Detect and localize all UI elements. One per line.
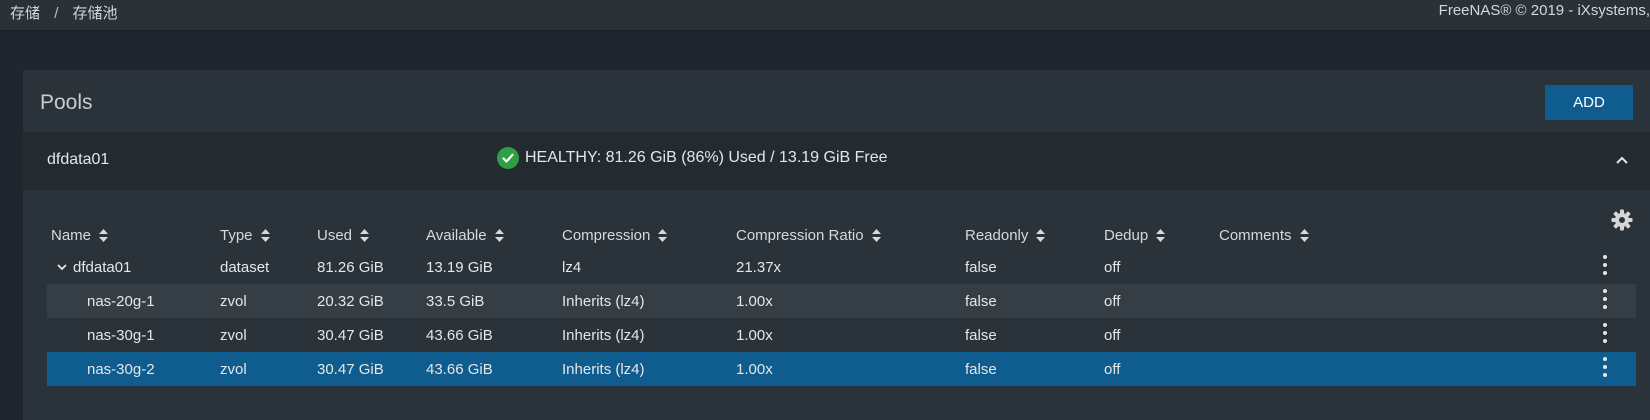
breadcrumb-item-storage[interactable]: 存储 (10, 5, 40, 22)
page-title: Pools (40, 91, 93, 114)
sort-icon (1299, 228, 1309, 242)
row-readonly: false (965, 292, 997, 310)
column-header-compression[interactable]: Compression (562, 220, 668, 250)
column-header-used[interactable]: Used (317, 220, 370, 250)
sort-icon (658, 228, 668, 242)
sort-icon (99, 228, 109, 242)
row-used: 20.32 GiB (317, 292, 384, 310)
column-header-dedup[interactable]: Dedup (1104, 220, 1166, 250)
row-available: 33.5 GiB (426, 292, 485, 310)
pool-name: dfdata01 (47, 151, 110, 168)
row-type: zvol (220, 360, 247, 378)
row-compression: Inherits (lz4) (562, 292, 645, 310)
table-row[interactable]: nas-30g-1 zvol 30.47 GiB 43.66 GiB Inher… (47, 318, 1636, 352)
more-vert-icon[interactable] (1600, 289, 1610, 309)
row-type: dataset (220, 258, 270, 276)
row-name: nas-30g-2 (87, 360, 155, 378)
row-type: zvol (220, 292, 247, 310)
sort-icon (360, 228, 370, 242)
add-pool-button[interactable]: ADD (1545, 85, 1633, 120)
pools-card: Pools ADD dfdata01 HEALTHY: 81.26 GiB (8… (23, 70, 1650, 420)
sort-icon (871, 228, 881, 242)
row-dedup: off (1104, 258, 1121, 276)
table-row[interactable]: nas-20g-1 zvol 20.32 GiB 33.5 GiB Inheri… (47, 284, 1636, 318)
row-dedup: off (1104, 360, 1121, 378)
column-header-readonly[interactable]: Readonly (965, 220, 1046, 250)
column-header-comments[interactable]: Comments (1219, 220, 1309, 250)
column-header-compression-ratio[interactable]: Compression Ratio (736, 220, 881, 250)
row-type: zvol (220, 326, 247, 344)
check-circle-icon (497, 147, 519, 169)
more-vert-icon[interactable] (1600, 357, 1610, 377)
row-readonly: false (965, 360, 997, 378)
chevron-up-icon[interactable] (1612, 150, 1632, 170)
column-header-name[interactable]: Name (51, 220, 109, 250)
table-row-selected[interactable]: nas-30g-2 zvol 30.47 GiB 43.66 GiB Inher… (47, 352, 1636, 386)
row-available: 43.66 GiB (426, 360, 493, 378)
row-available: 43.66 GiB (426, 326, 493, 344)
pool-status-text: HEALTHY: 81.26 GiB (86%) Used / 13.19 Gi… (525, 149, 888, 166)
row-available: 13.19 GiB (426, 258, 493, 276)
table-header: Name Type Used Available Compression Com… (47, 220, 1636, 250)
row-name: dfdata01 (55, 250, 131, 284)
top-bar: 存储 / 存储池 FreeNAS® © 2019 - iXsystems, (0, 0, 1650, 31)
breadcrumb-item-pools: 存储池 (72, 5, 118, 22)
more-vert-icon[interactable] (1600, 255, 1610, 275)
column-header-available[interactable]: Available (426, 220, 504, 250)
chevron-down-icon[interactable] (55, 260, 69, 274)
row-compression: lz4 (562, 258, 582, 276)
sort-icon (1156, 228, 1166, 242)
row-used: 30.47 GiB (317, 360, 384, 378)
row-used: 30.47 GiB (317, 326, 384, 344)
pool-status: HEALTHY: 81.26 GiB (86%) Used / 13.19 Gi… (497, 147, 888, 169)
row-compression: Inherits (lz4) (562, 326, 645, 344)
sort-icon (260, 228, 270, 242)
column-header-type[interactable]: Type (220, 220, 270, 250)
row-compression-ratio: 1.00x (736, 360, 773, 378)
table-row[interactable]: dfdata01 dataset 81.26 GiB 13.19 GiB lz4… (47, 250, 1636, 284)
row-dedup: off (1104, 326, 1121, 344)
row-name: nas-30g-1 (87, 326, 155, 344)
breadcrumb: 存储 / 存储池 (10, 2, 118, 23)
copyright-text: FreeNAS® © 2019 - iXsystems, (1438, 2, 1650, 19)
row-compression-ratio: 1.00x (736, 326, 773, 344)
row-dedup: off (1104, 292, 1121, 310)
row-readonly: false (965, 258, 997, 276)
row-compression-ratio: 21.37x (736, 258, 782, 276)
pool-header[interactable]: dfdata01 HEALTHY: 81.26 GiB (86%) Used /… (23, 132, 1650, 190)
breadcrumb-separator: / (54, 5, 59, 22)
row-compression-ratio: 1.00x (736, 292, 773, 310)
sort-icon (1036, 228, 1046, 242)
datasets-table: Name Type Used Available Compression Com… (47, 220, 1636, 386)
row-readonly: false (965, 326, 997, 344)
sort-icon (494, 228, 504, 242)
row-compression: Inherits (lz4) (562, 360, 645, 378)
more-vert-icon[interactable] (1600, 323, 1610, 343)
row-name: nas-20g-1 (87, 292, 155, 310)
row-used: 81.26 GiB (317, 258, 384, 276)
